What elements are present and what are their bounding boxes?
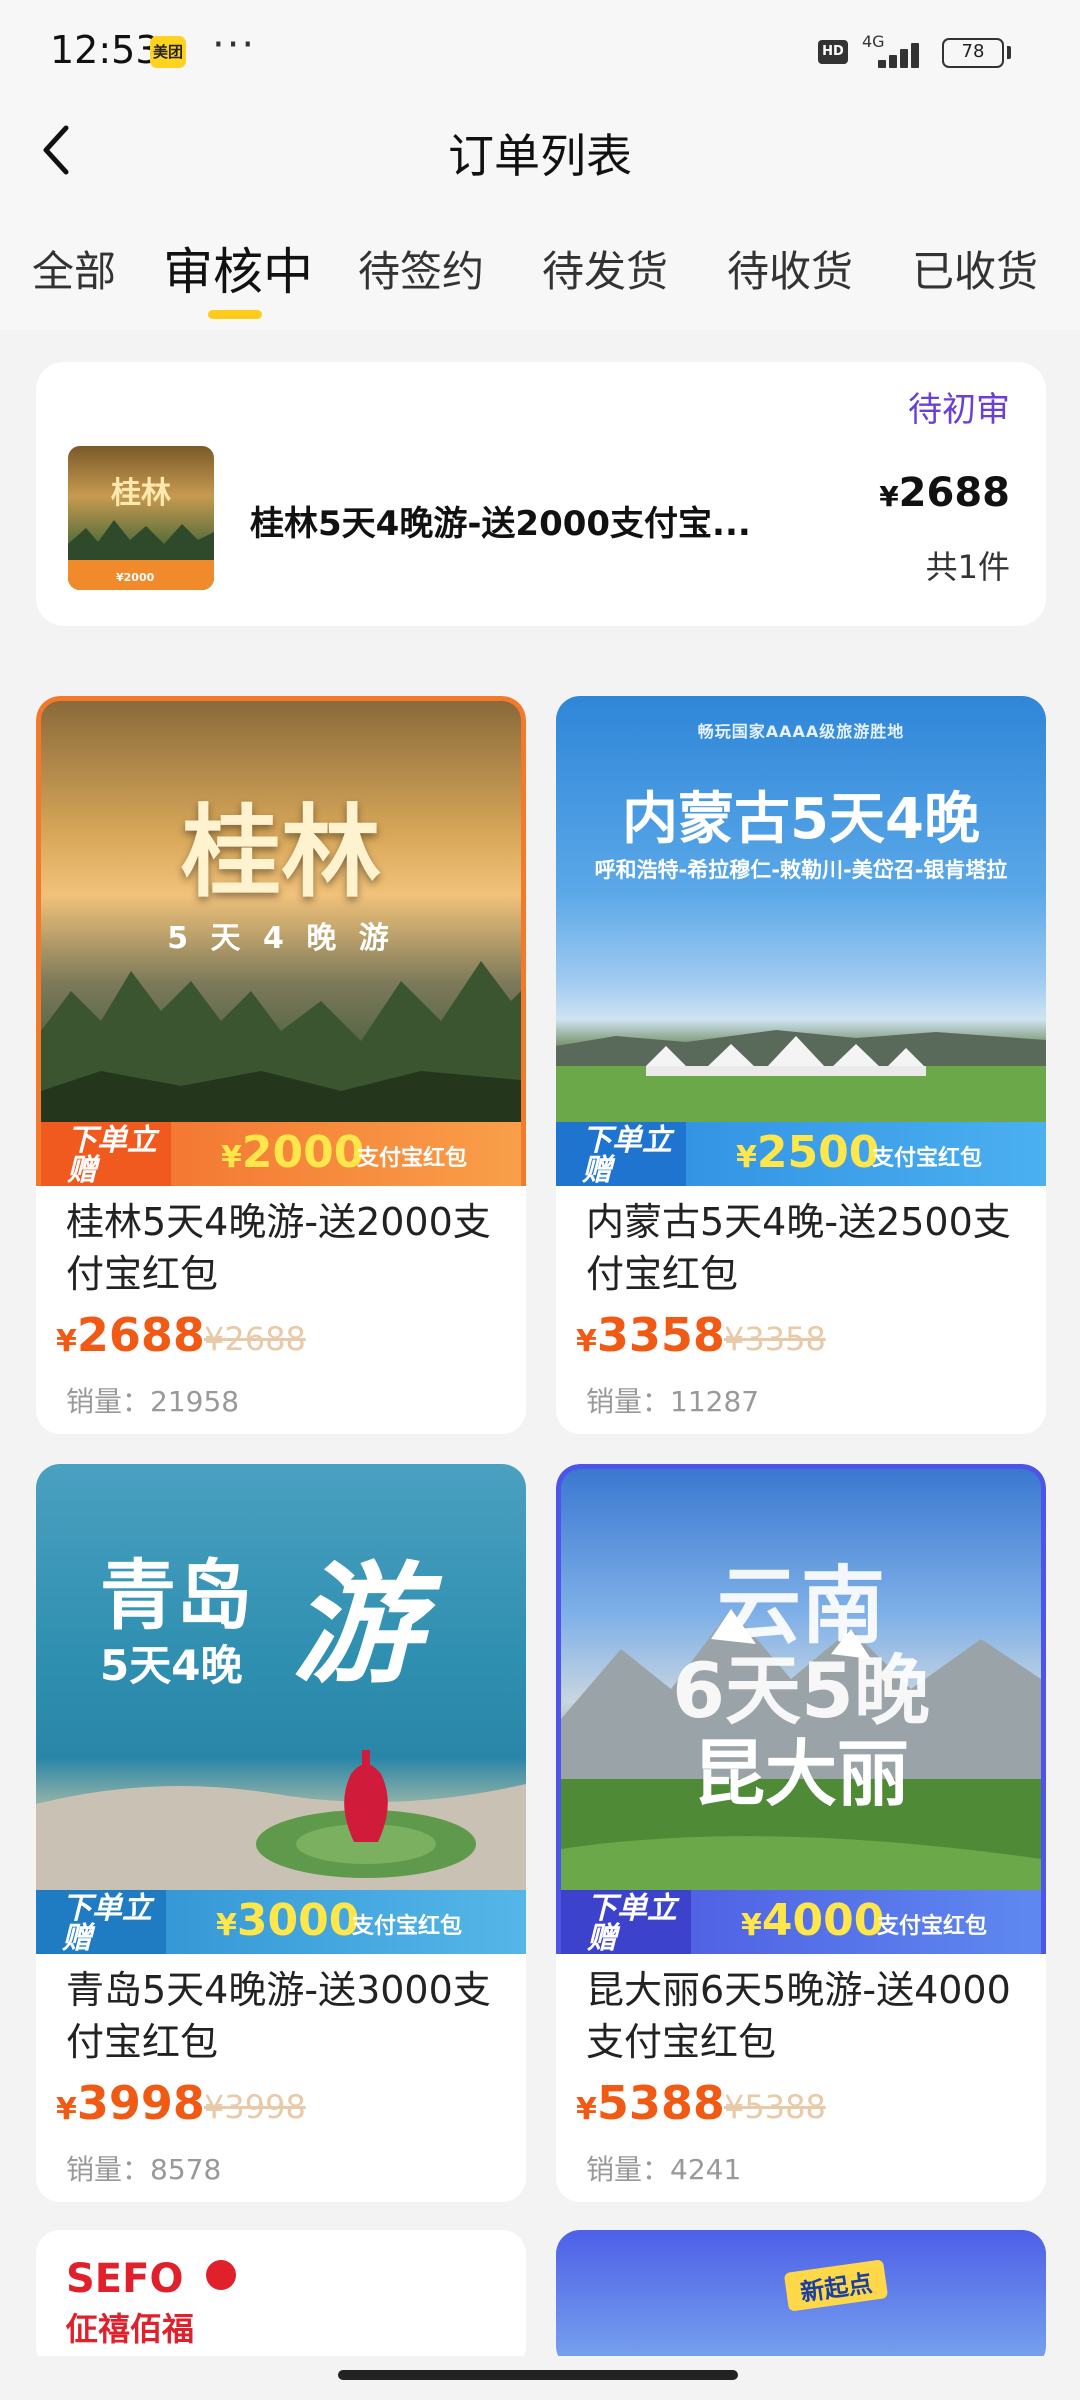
- image-title: 桂林: [181, 793, 381, 911]
- tab-all[interactable]: 全部: [32, 238, 116, 299]
- product-image: 桂林 5 天 4 晚 游 下单立赠 ¥2000 支付宝红包: [36, 696, 526, 1186]
- image-subtitle: 5 天 4 晚 游: [167, 921, 395, 956]
- image-title: 青岛: [100, 1551, 252, 1640]
- product-image: 青岛 5天4晚 游 下单立赠 ¥3000 支付宝红包: [36, 1464, 526, 1954]
- image-title: 内蒙古5天4晚: [622, 787, 980, 852]
- order-card[interactable]: 待初审 桂林 ¥2000 桂林5天4晚游-送2000支付宝... ¥2688 共…: [36, 362, 1046, 626]
- product-card-guilin[interactable]: 桂林 5 天 4 晚 游 下单立赠 ¥2000 支付宝红包 桂林5天4晚游-送2…: [36, 696, 526, 1434]
- order-item-count: 共1件: [925, 548, 1010, 586]
- nav-header: 订单列表: [0, 100, 1080, 200]
- product-price: ¥3358: [576, 1308, 725, 1362]
- order-status-label: 待初审: [908, 390, 1010, 430]
- promo-label: 下单立赠: [36, 1890, 166, 1954]
- order-product-name: 桂林5天4晚游-送2000支付宝...: [250, 504, 751, 544]
- yurts-graphic: [556, 1030, 1046, 1136]
- promo-label: 下单立赠: [556, 1122, 686, 1186]
- product-sales: 销量：11287: [586, 1385, 760, 1418]
- product-image: 云南 6天5晚 昆大丽 下单立赠 ¥4000 支付宝红包: [556, 1464, 1046, 1954]
- promo-amount: ¥4000: [741, 1895, 885, 1946]
- product-card-yunnan[interactable]: 云南 6天5晚 昆大丽 下单立赠 ¥4000 支付宝红包 昆大丽6天5晚游-送4…: [556, 1464, 1046, 2202]
- order-price: ¥2688: [879, 470, 1010, 516]
- status-bar: 12:53 美团 ··· HD 4G 78: [0, 0, 1080, 100]
- home-indicator[interactable]: [338, 2370, 738, 2380]
- thumbnail-promo-amount: ¥2000: [116, 571, 155, 584]
- new-start-badge: 新起点: [783, 2259, 889, 2312]
- status-time: 12:53: [50, 28, 160, 72]
- order-status-tabs: 全部 审核中 待签约 待发货 待收货 已收货: [0, 200, 1080, 330]
- product-card-inner-mongolia[interactable]: 畅玩国家AAAA级旅游胜地 内蒙古5天4晚 呼和浩特-希拉穆仁-敕勒川-美岱召-…: [556, 696, 1046, 1434]
- promo-suffix: 支付宝红包: [352, 1914, 463, 1939]
- product-card-partial-right[interactable]: 新起点: [556, 2230, 1046, 2370]
- product-original-price: ¥2688: [204, 1320, 306, 1358]
- tab-received[interactable]: 已收货: [912, 238, 1038, 299]
- tab-pending-receipt[interactable]: 待收货: [727, 238, 853, 299]
- sefo-logo: SEFO: [66, 2256, 184, 2302]
- product-name: 青岛5天4晚游-送3000支付宝红包: [66, 1968, 491, 2064]
- order-product-thumbnail: 桂林 ¥2000: [68, 446, 214, 590]
- promo-strip: 下单立赠 ¥2500 支付宝红包: [556, 1122, 1046, 1186]
- product-price: ¥5388: [576, 2076, 725, 2130]
- product-card-qingdao[interactable]: 青岛 5天4晚 游 下单立赠 ¥3000 支付宝红包 青岛5天4晚游-送3000…: [36, 1464, 526, 2202]
- product-name: 内蒙古5天4晚-送2500支付宝红包: [586, 1200, 1011, 1296]
- product-sales: 销量：21958: [66, 1385, 240, 1418]
- promo-label: 下单立赠: [561, 1890, 691, 1954]
- promo-amount: ¥2500: [736, 1127, 880, 1178]
- promo-label: 下单立赠: [41, 1122, 171, 1186]
- promo-strip: 下单立赠 ¥2000 支付宝红包: [41, 1122, 521, 1186]
- product-original-price: ¥3998: [204, 2088, 306, 2126]
- product-card-partial-left[interactable]: SEFO 佂禧佰福: [36, 2230, 526, 2370]
- image-subtitle: 呼和浩特-希拉穆仁-敕勒川-美岱召-银肯塔拉: [594, 858, 1008, 882]
- promo-amount: ¥3000: [216, 1895, 360, 1946]
- meituan-app-icon: 美团: [150, 36, 186, 68]
- promo-suffix: 支付宝红包: [357, 1146, 468, 1171]
- product-image: 畅玩国家AAAA级旅游胜地 内蒙古5天4晚 呼和浩特-希拉穆仁-敕勒川-美岱召-…: [556, 696, 1046, 1186]
- image-top-text: 畅玩国家AAAA级旅游胜地: [697, 722, 905, 741]
- promo-strip: 下单立赠 ¥4000 支付宝红包: [561, 1890, 1041, 1954]
- product-price: ¥3998: [56, 2076, 205, 2130]
- product-name: 桂林5天4晚游-送2000支付宝红包: [66, 1200, 491, 1296]
- promo-suffix: 支付宝红包: [877, 1914, 988, 1939]
- product-name: 昆大丽6天5晚游-送4000支付宝红包: [586, 1968, 1011, 2064]
- sefo-logo-mark: [206, 2260, 236, 2290]
- page-title: 订单列表: [448, 129, 632, 183]
- image-subtitle: 5天4晚: [100, 1641, 243, 1690]
- may-fourth-square-graphic: [36, 1750, 526, 1894]
- promo-suffix: 支付宝红包: [872, 1146, 983, 1171]
- more-notifications-icon: ···: [212, 22, 257, 68]
- sefo-logo-cn: 佂禧佰福: [66, 2310, 195, 2348]
- image-title-big: 游: [292, 1549, 423, 1701]
- tab-pending-shipment[interactable]: 待发货: [542, 238, 668, 299]
- product-price: ¥2688: [56, 1308, 205, 1362]
- tab-under-review[interactable]: 审核中: [163, 232, 313, 304]
- promo-amount: ¥2000: [221, 1127, 365, 1178]
- product-sales: 销量：4241: [586, 2153, 742, 2186]
- product-original-price: ¥3358: [724, 1320, 826, 1358]
- thumbnail-mountains: [68, 520, 214, 566]
- promo-strip: 下单立赠 ¥3000 支付宝红包: [36, 1890, 526, 1954]
- product-sales: 销量：8578: [66, 2153, 222, 2186]
- hd-icon: HD: [818, 40, 848, 64]
- tab-pending-contract[interactable]: 待签约: [358, 238, 484, 299]
- image-line3: 昆大丽: [692, 1732, 909, 1816]
- product-original-price: ¥5388: [724, 2088, 826, 2126]
- signal-icon: [860, 38, 926, 68]
- battery-icon: 78: [942, 38, 1004, 68]
- active-tab-indicator: [208, 310, 262, 319]
- battery-tip: [1007, 46, 1011, 59]
